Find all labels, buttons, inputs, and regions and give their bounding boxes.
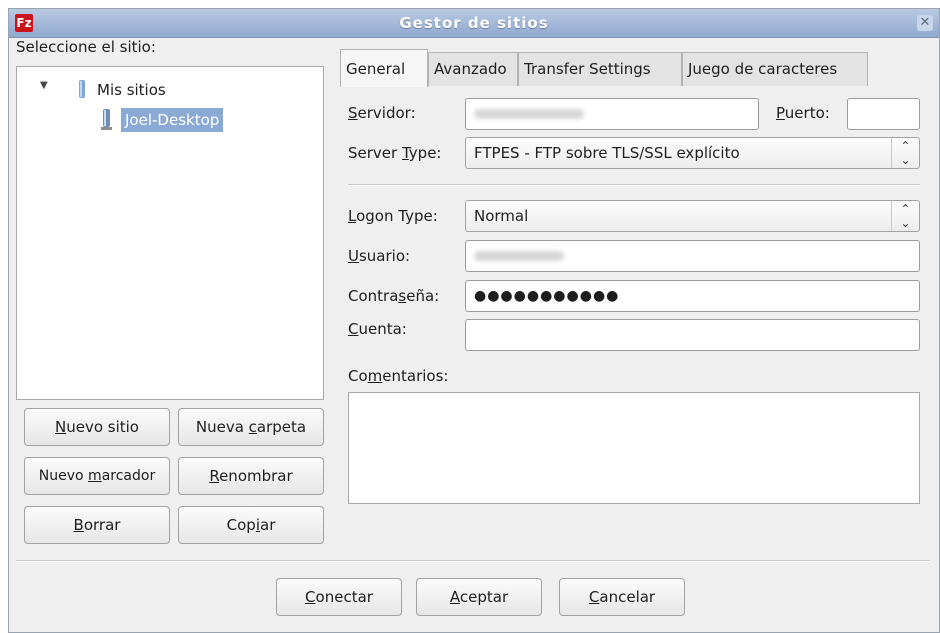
server-type-label-rest: ype: [408,144,442,162]
password-label-rest: eña: [406,287,440,305]
password-label: Contraseña: [348,287,439,305]
site-server-icon [101,109,112,130]
server-type-label: Server Type: [348,144,441,162]
delete-button[interactable]: Borrar [24,506,170,544]
new-site-mnemonic: N [54,418,67,436]
comments-label-rest: entarios: [382,367,449,385]
account-mnemonic: C [348,320,359,338]
cancel-mnemonic: C [588,588,600,606]
close-icon[interactable]: ✕ [917,15,933,31]
comments-label: Comentarios: [348,367,448,385]
logon-type-label: Logon Type: [348,207,438,225]
new-site-button[interactable]: Nuevo sitio [24,408,170,446]
server-type-mnemonic: T [401,144,409,162]
rename-button[interactable]: Renombrar [178,457,324,495]
account-label: Cuenta: [348,320,407,338]
comments-mnemonic: m [367,367,383,385]
tab-charset[interactable]: Juego de caracteres [682,52,868,86]
port-label-rest: uerto: [784,104,830,122]
password-dots: ●●●●●●●●●●● [474,288,620,304]
cancel-label-rest: ancelar [599,588,656,606]
new-folder-button[interactable]: Nueva carpeta [178,408,324,446]
user-input[interactable] [465,240,920,272]
server-label: Servidor: [348,104,416,122]
tab-transfer-settings[interactable]: Transfer Settings [518,52,682,86]
new-folder-label: Nueva [195,418,249,436]
new-folder-label-rest: arpeta [256,418,307,436]
port-mnemonic: P [776,104,785,122]
account-input[interactable] [465,319,920,351]
select-site-label: Seleccione el sitio: [16,38,156,56]
account-label-rest: uenta: [358,320,407,338]
tree-item-joel-desktop[interactable]: Joel-Desktop [121,108,224,132]
connect-label-rest: onectar [315,588,373,606]
new-bookmark-button[interactable]: Nuevo marcador [24,457,170,495]
server-input[interactable] [465,98,759,130]
cancel-button[interactable]: Cancelar [559,578,685,616]
delete-label-rest: orrar [83,516,121,534]
connect-button[interactable]: Conectar [276,578,402,616]
comments-textarea[interactable] [348,392,920,504]
separator [16,560,930,562]
new-bookmark-mnemonic: m [88,468,102,484]
copy-label-rest: ar [260,516,276,534]
rename-mnemonic: R [209,467,220,485]
user-label-rest: suario: [358,247,411,265]
expand-arrow-icon[interactable]: ▼ [40,80,48,91]
new-bookmark-label: Nuevo [38,468,89,484]
tree-root-my-sites[interactable]: Mis sitios [97,79,166,101]
comments-label-start: Co [348,367,368,385]
delete-mnemonic: B [73,516,84,534]
server-type-select[interactable]: FTPES - FTP sobre TLS/SSL explícito ⌃ ⌄ [465,137,920,169]
new-site-label-rest: uevo sitio [66,418,139,436]
logon-type-label-rest: ogon Type: [356,207,438,225]
redacted-user-value [474,251,564,261]
copy-label: Cop [226,516,256,534]
accept-button[interactable]: Aceptar [416,578,542,616]
updown-arrow-icon: ⌃ ⌄ [891,201,919,231]
new-bookmark-label-rest: arcador [101,468,156,484]
port-label: Puerto: [776,104,830,122]
folder-icon [79,80,85,98]
window-title: Gestor de sitios [399,14,549,32]
user-mnemonic: U [348,247,359,265]
user-label: Usuario: [348,247,410,265]
new-folder-mnemonic: c [248,418,257,436]
logon-type-select[interactable]: Normal ⌃ ⌄ [465,200,920,232]
accept-label-rest: ceptar [459,588,509,606]
rename-label-rest: enombrar [219,467,293,485]
updown-arrow-icon: ⌃ ⌄ [891,138,919,168]
server-label-rest: ervidor: [357,104,416,122]
port-input[interactable] [847,98,920,130]
copy-button[interactable]: Copiar [178,506,324,544]
server-type-value: FTPES - FTP sobre TLS/SSL explícito [474,144,740,162]
title-bar: Fz Gestor de sitios ✕ [9,9,939,38]
tab-general[interactable]: General [340,49,428,87]
logon-type-value: Normal [474,207,529,225]
redacted-server-value [474,109,584,119]
logon-type-mnemonic: L [348,207,357,225]
connect-mnemonic: C [305,588,316,606]
accept-mnemonic: A [449,588,460,606]
server-type-label-start: Server [348,144,402,162]
password-label-start: Contra [348,287,399,305]
server-mnemonic: S [348,104,358,122]
password-input[interactable]: ●●●●●●●●●●● [465,280,920,312]
tab-advanced[interactable]: Avanzado [428,52,518,86]
separator [348,184,920,186]
